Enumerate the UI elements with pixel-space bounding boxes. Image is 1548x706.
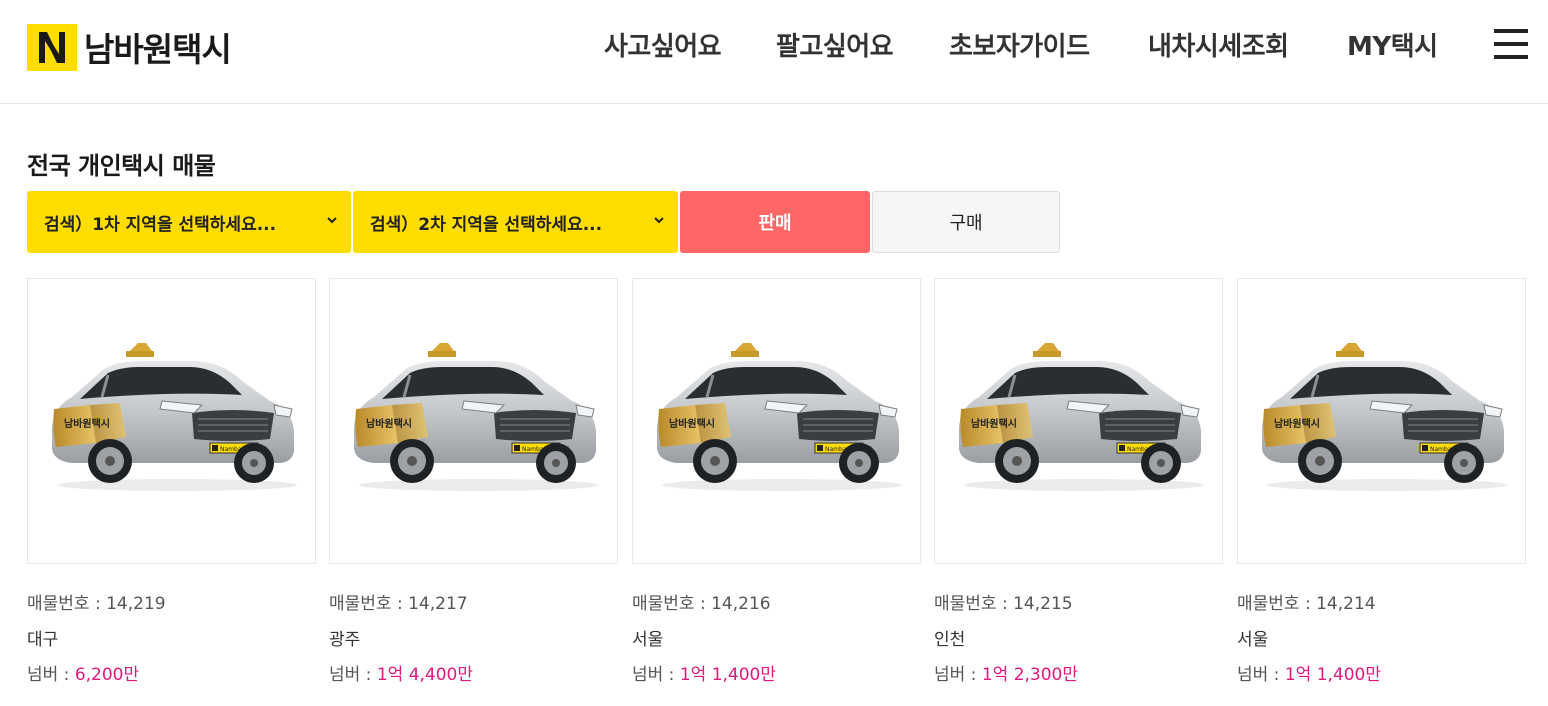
logo-badge-icon (27, 23, 77, 71)
listing-number: 매물번호 : 14,216 (632, 594, 771, 614)
listing-card[interactable]: 매물번호 : 14,217 광주 넘버 : 1억 4,400만 (329, 278, 618, 685)
listing-region: 서울 (632, 630, 664, 650)
listing-card[interactable]: 매물번호 : 14,219 대구 넘버 : 6,200만 (27, 278, 316, 685)
taxi-car-icon (647, 339, 907, 499)
taxi-car-image (27, 278, 316, 564)
taxi-car-image (1237, 278, 1526, 564)
brand-name: 남바원택시 (84, 30, 232, 69)
nav-item-my-taxi[interactable]: MY택시 (1347, 26, 1438, 63)
taxi-car-icon (949, 339, 1209, 499)
sell-button[interactable]: 판매 (680, 191, 870, 253)
region1-select[interactable]: 검색）1차 지역을 선택하세요... (27, 191, 351, 253)
brand-logo[interactable]: 남바원택시 (27, 23, 232, 71)
taxi-car-icon (1252, 339, 1512, 499)
listing-price: 넘버 : 1억 1,400만 (1237, 665, 1381, 685)
buy-button[interactable]: 구매 (872, 191, 1060, 253)
taxi-car-icon (344, 339, 604, 499)
listing-price: 넘버 : 1억 1,400만 (632, 665, 776, 685)
region2-select[interactable]: 검색）2차 지역을 선택하세요... (353, 191, 678, 253)
listing-region: 인천 (934, 630, 966, 650)
listing-region: 서울 (1237, 630, 1269, 650)
listing-number: 매물번호 : 14,215 (934, 594, 1073, 614)
listing-card[interactable]: 매물번호 : 14,216 서울 넘버 : 1억 1,400만 (632, 278, 921, 685)
listing-number: 매물번호 : 14,214 (1237, 594, 1376, 614)
listing-price: 넘버 : 6,200만 (27, 665, 140, 685)
listing-number: 매물번호 : 14,219 (27, 594, 166, 614)
region1-select-label: 검색）1차 지역을 선택하세요... (44, 214, 277, 235)
chevron-down-icon (327, 217, 337, 224)
nav-item-beginner-guide[interactable]: 초보자가이드 (949, 26, 1090, 63)
taxi-car-image (934, 278, 1223, 564)
taxi-car-image (329, 278, 618, 564)
listing-number: 매물번호 : 14,217 (329, 594, 468, 614)
section-title: 전국 개인택시 매물 (27, 152, 216, 180)
nav-item-buy[interactable]: 사고싶어요 (604, 26, 722, 63)
nav-item-price-check[interactable]: 내차시세조회 (1148, 26, 1289, 63)
listing-region: 광주 (329, 630, 361, 650)
hamburger-menu-icon[interactable] (1494, 29, 1528, 59)
taxi-car-image (632, 278, 921, 564)
listing-price: 넘버 : 1억 4,400만 (329, 665, 473, 685)
listing-region: 대구 (27, 630, 59, 650)
taxi-car-icon (42, 339, 302, 499)
region2-select-label: 검색）2차 지역을 선택하세요... (370, 214, 603, 235)
chevron-down-icon (654, 217, 664, 224)
listing-card[interactable]: 매물번호 : 14,215 인천 넘버 : 1억 2,300만 (934, 278, 1223, 685)
listing-card[interactable]: 매물번호 : 14,214 서울 넘버 : 1억 1,400만 (1237, 278, 1526, 685)
listing-price: 넘버 : 1억 2,300만 (934, 665, 1078, 685)
nav-item-sell[interactable]: 팔고싶어요 (776, 26, 894, 63)
site-header: 남바원택시 사고싶어요 팔고싶어요 초보자가이드 내차시세조회 MY택시 (0, 0, 1548, 104)
